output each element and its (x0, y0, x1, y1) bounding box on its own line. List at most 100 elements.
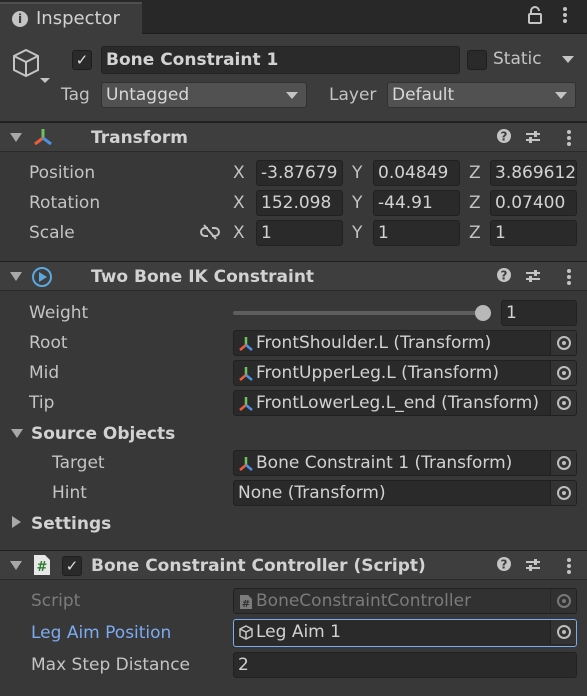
tab-bar: i Inspector (0, 0, 587, 34)
scale-z-field[interactable]: 1 (490, 220, 577, 246)
foldout-expanded-icon[interactable] (10, 272, 22, 281)
hint-value: None (Transform) (238, 483, 386, 503)
script-file-icon: # (240, 595, 252, 610)
ik-constraint-header[interactable]: Two Bone IK Constraint ? (0, 261, 587, 291)
foldout-expanded-icon[interactable] (11, 429, 23, 438)
scale-z-axis[interactable]: Z (469, 223, 481, 243)
script-field: # BoneConstraintController (233, 588, 577, 614)
script-component-header[interactable]: # ✓ Bone Constraint Controller (Script) … (0, 550, 587, 580)
svg-text:?: ? (501, 558, 508, 572)
help-icon[interactable]: ? (496, 556, 512, 576)
tip-field[interactable]: FrontLowerLeg.L_end (Transform) (233, 390, 577, 416)
tag-dropdown[interactable]: Untagged (101, 82, 307, 108)
name-field[interactable]: Bone Constraint 1 (101, 46, 460, 74)
presets-icon[interactable] (525, 268, 541, 288)
help-icon[interactable]: ? (496, 128, 512, 148)
leg-aim-position-label: Leg Aim Position (31, 623, 172, 643)
target-field[interactable]: Bone Constraint 1 (Transform) (233, 450, 577, 476)
leg-aim-position-field[interactable]: Leg Aim 1 (233, 619, 577, 647)
active-checkbox[interactable]: ✓ (72, 50, 92, 70)
weight-field[interactable]: 1 (501, 300, 577, 326)
position-y-field[interactable]: 0.04849 (373, 160, 460, 186)
root-label: Root (29, 333, 68, 353)
position-z-axis[interactable]: Z (469, 163, 481, 183)
help-icon[interactable]: ? (496, 267, 512, 287)
gameobject-cube-icon[interactable] (10, 46, 52, 91)
kebab-menu-icon[interactable] (566, 557, 572, 579)
layer-dropdown[interactable]: Default (387, 82, 576, 108)
source-objects-label[interactable]: Source Objects (31, 424, 175, 444)
object-picker-icon[interactable] (550, 620, 576, 644)
presets-icon[interactable] (525, 129, 541, 149)
mid-field[interactable]: FrontUpperLeg.L (Transform) (233, 360, 577, 386)
chevron-down-icon (555, 92, 567, 99)
svg-text:#: # (242, 599, 250, 610)
weight-slider-thumb[interactable] (475, 305, 491, 321)
script-enabled-checkbox[interactable]: ✓ (62, 556, 82, 576)
static-checkbox[interactable] (467, 50, 487, 70)
foldout-expanded-icon[interactable] (10, 133, 22, 142)
scale-y-axis[interactable]: Y (352, 223, 362, 243)
root-field[interactable]: FrontShoulder.L (Transform) (233, 330, 577, 356)
settings-label[interactable]: Settings (31, 514, 111, 534)
transform-header[interactable]: Transform ? (0, 122, 587, 152)
scale-x-axis[interactable]: X (233, 223, 245, 243)
scale-y-field[interactable]: 1 (373, 220, 460, 246)
position-label: Position (29, 163, 96, 183)
rotation-label: Rotation (29, 193, 101, 213)
svg-text:#: # (37, 560, 48, 575)
info-icon: i (12, 11, 28, 27)
mid-value: FrontUpperLeg.L (Transform) (256, 363, 499, 383)
layer-label: Layer (329, 85, 377, 105)
transform-icon (239, 457, 253, 471)
script-label: Script (31, 591, 81, 611)
chevron-down-icon (286, 92, 298, 99)
svg-text:?: ? (501, 130, 508, 144)
position-x-field[interactable]: -3.87679 (256, 160, 343, 186)
rotation-y-axis[interactable]: Y (352, 193, 362, 213)
presets-icon[interactable] (525, 557, 541, 577)
object-picker-icon[interactable] (550, 331, 576, 355)
lock-icon[interactable] (528, 6, 542, 28)
svg-text:?: ? (501, 269, 508, 283)
rotation-y-field[interactable]: -44.91 (373, 190, 460, 216)
rotation-x-field[interactable]: 152.098 (256, 190, 343, 216)
static-dropdown-arrow-icon[interactable] (562, 56, 574, 63)
kebab-menu-icon[interactable] (566, 129, 572, 151)
constraint-icon (31, 266, 53, 293)
position-z-field[interactable]: 3.869612 (490, 160, 577, 186)
rotation-z-axis[interactable]: Z (469, 193, 481, 213)
object-picker-icon (550, 589, 576, 613)
foldout-collapsed-icon[interactable] (12, 516, 21, 528)
gameobject-header: ✓ Bone Constraint 1 Static Tag Untagged … (0, 34, 587, 122)
position-x-axis[interactable]: X (233, 163, 245, 183)
ik-constraint-title: Two Bone IK Constraint (91, 267, 315, 287)
tip-label: Tip (29, 393, 55, 413)
tab-inspector[interactable]: i Inspector (0, 2, 142, 34)
object-picker-icon[interactable] (550, 451, 576, 475)
object-picker-icon[interactable] (550, 391, 576, 415)
foldout-expanded-icon[interactable] (10, 561, 22, 570)
max-step-distance-field[interactable]: 2 (233, 652, 577, 678)
mid-label: Mid (29, 363, 60, 383)
object-picker-icon[interactable] (550, 361, 576, 385)
hint-label: Hint (52, 483, 87, 503)
weight-label: Weight (29, 303, 89, 323)
scale-label: Scale (29, 223, 75, 243)
position-y-axis[interactable]: Y (352, 163, 362, 183)
transform-icon (239, 367, 253, 381)
target-value: Bone Constraint 1 (Transform) (256, 453, 513, 473)
rotation-z-field[interactable]: 0.07400 (490, 190, 577, 216)
scale-x-field[interactable]: 1 (256, 220, 343, 246)
unlink-icon[interactable] (200, 224, 220, 245)
kebab-menu-icon[interactable] (562, 6, 568, 28)
transform-icon (239, 337, 253, 351)
max-step-distance-label: Max Step Distance (31, 655, 190, 675)
object-picker-icon[interactable] (550, 481, 576, 505)
tip-value: FrontLowerLeg.L_end (Transform) (256, 393, 539, 413)
rotation-x-axis[interactable]: X (233, 193, 245, 213)
kebab-menu-icon[interactable] (566, 268, 572, 290)
hint-field[interactable]: None (Transform) (233, 480, 577, 506)
weight-slider-track[interactable] (233, 311, 489, 315)
gameobject-cube-icon (239, 625, 253, 640)
